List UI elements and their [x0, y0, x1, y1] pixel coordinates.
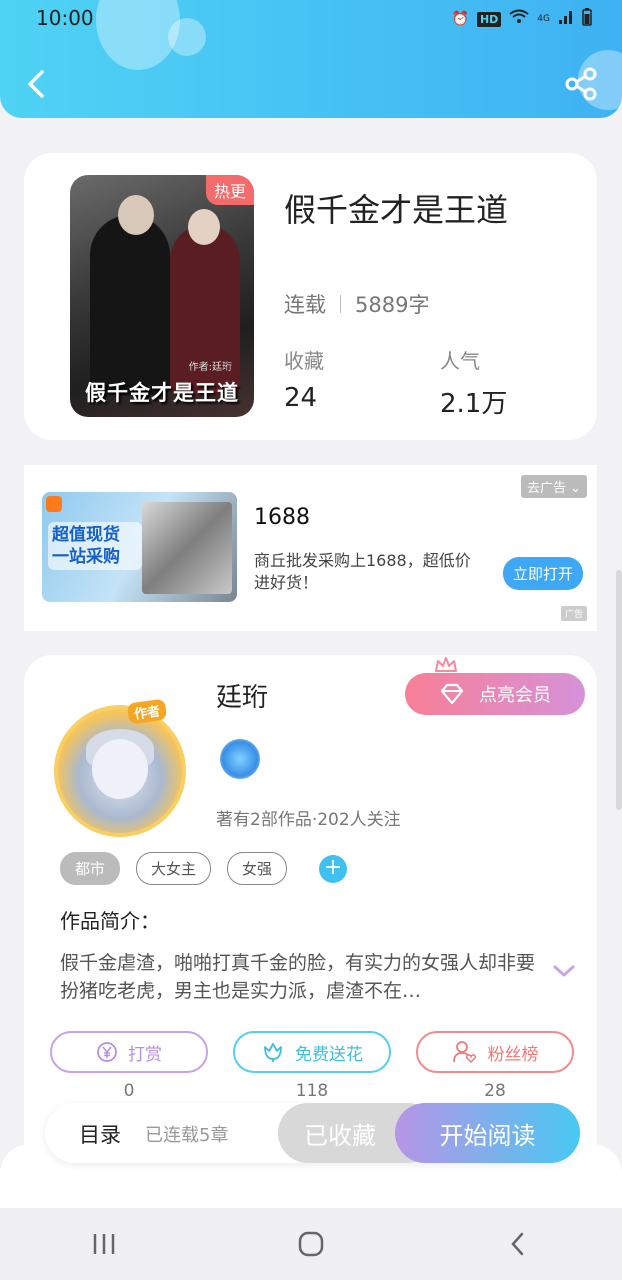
- yen-coin-icon: [97, 1042, 117, 1062]
- flower-count: 118: [295, 1081, 329, 1101]
- status-icons: ⏰ HD 4G: [452, 8, 592, 30]
- chevron-down-icon[interactable]: [552, 963, 576, 983]
- ad-tag: 广告: [560, 606, 587, 621]
- header-bar: 10:00 ⏰ HD 4G: [0, 0, 622, 118]
- tag-item[interactable]: 大女主: [136, 852, 212, 885]
- author-avatar[interactable]: 作者: [54, 698, 186, 837]
- chapter-count: 已连载5章: [145, 1125, 229, 1146]
- decor-bubble: [168, 18, 206, 56]
- add-tag-button[interactable]: +: [319, 854, 348, 883]
- fan-count: 28: [484, 1081, 506, 1101]
- status-time: 10:00: [36, 6, 94, 30]
- fan-ranking-button[interactable]: 粉丝榜: [416, 1031, 574, 1073]
- tag-item[interactable]: 都市: [60, 852, 121, 885]
- toc-button[interactable]: 目录: [79, 1119, 121, 1149]
- fan-ranking-label: 粉丝榜: [487, 1044, 539, 1065]
- remove-ad-label: 去广告: [526, 481, 566, 496]
- divider: [340, 295, 341, 313]
- vip-button[interactable]: 点亮会员: [405, 673, 585, 715]
- home-icon: [298, 1231, 324, 1257]
- cover-figure: [90, 215, 170, 395]
- action-counts: 0 118 28: [50, 1081, 574, 1101]
- book-title: 假千金才是王道: [284, 191, 509, 229]
- book-status-row: 连载 5889字: [284, 289, 429, 319]
- edge-scroll-handle[interactable]: [616, 570, 622, 810]
- intro-text: 假千金虐渣，啪啪打真千金的脸，有实力的女强人却非要扮猪吃老虎，男主也是实力派，虐…: [60, 952, 536, 1002]
- action-buttons: 打赏 免费送花 粉丝榜: [50, 1031, 574, 1073]
- share-icon: [565, 67, 597, 101]
- tip-count: 0: [123, 1081, 135, 1101]
- back-arrow-icon: [28, 70, 44, 98]
- recent-apps-icon: [93, 1234, 114, 1254]
- back-chevron-icon: [511, 1232, 524, 1256]
- signal-icon: [558, 9, 574, 29]
- word-count: 5889字: [355, 293, 430, 317]
- tag-list: 都市 大女主 女强 +: [60, 852, 348, 885]
- battery-icon: [582, 8, 592, 30]
- ad-banner[interactable]: 超值现货 一站采购 1688 商丘批发采购上1688，超低价进好货！ 去广告 ⌄…: [24, 465, 597, 631]
- ad-product-image: [142, 502, 232, 594]
- remove-ad-button[interactable]: 去广告 ⌄: [520, 475, 587, 498]
- author-stats: 著有2部作品·202人关注: [216, 810, 401, 830]
- fan-user-icon: [452, 1041, 476, 1064]
- recent-apps-button[interactable]: [74, 1224, 134, 1264]
- ad-title: 1688: [254, 505, 310, 530]
- bottom-action-bar: 目录 已连载5章 已收藏 开始阅读: [45, 1103, 580, 1163]
- avatar-figure: [92, 739, 148, 799]
- cover-author: 作者:廷珩: [188, 362, 232, 373]
- popularity-label: 人气: [440, 349, 480, 373]
- hd-badge: HD: [476, 11, 502, 27]
- ad-image[interactable]: 超值现货 一站采购: [42, 492, 237, 602]
- share-button[interactable]: [562, 64, 602, 104]
- send-flower-label: 免费送花: [295, 1044, 363, 1065]
- author-badge: 作者: [126, 698, 168, 725]
- home-button[interactable]: [281, 1224, 341, 1264]
- ad-slogan: 超值现货 一站采购: [48, 522, 142, 570]
- popularity-value: 2.1万: [440, 389, 508, 419]
- author-card: 作者 廷珩 点亮会员 著有2部作品·202人关注 都市 大女主 女强 + 作品简…: [24, 655, 597, 1175]
- hot-badge: 热更: [205, 175, 254, 205]
- tag-item[interactable]: 女强: [227, 852, 288, 885]
- ad-open-button[interactable]: 立即打开: [502, 557, 583, 590]
- alarm-icon: ⏰: [451, 11, 469, 27]
- back-button[interactable]: [20, 64, 60, 104]
- favorites-value: 24: [284, 383, 318, 413]
- cover-figure: [118, 195, 154, 235]
- ad-description: 商丘批发采购上1688，超低价进好货！: [254, 551, 471, 592]
- wifi-icon: [509, 9, 529, 29]
- network-label: 4G: [537, 14, 550, 24]
- serial-status: 连载: [284, 293, 326, 317]
- system-back-button[interactable]: [488, 1224, 548, 1264]
- start-reading-button[interactable]: 开始阅读: [395, 1103, 580, 1163]
- cover-title: 假千金才是王道: [85, 381, 239, 405]
- vip-label: 点亮会员: [479, 685, 551, 706]
- system-nav-bar: [0, 1208, 622, 1280]
- tip-button[interactable]: 打赏: [50, 1031, 208, 1073]
- book-cover[interactable]: 作者:廷珩 假千金才是王道 热更: [70, 175, 254, 417]
- send-flower-button[interactable]: 免费送花: [233, 1031, 391, 1073]
- diamond-icon: [440, 683, 464, 705]
- author-name: 廷珩: [216, 683, 269, 713]
- flower-icon: [264, 1043, 282, 1062]
- favorites-label: 收藏: [284, 349, 324, 373]
- intro-label: 作品简介：: [60, 909, 160, 933]
- ad-logo-icon: [46, 496, 62, 512]
- book-info-card: 作者:廷珩 假千金才是王道 热更 假千金才是王道 连载 5889字 收藏 24 …: [24, 153, 597, 440]
- author-level-icon[interactable]: [220, 739, 260, 779]
- cover-figure: [188, 209, 220, 245]
- tip-label: 打赏: [128, 1044, 162, 1065]
